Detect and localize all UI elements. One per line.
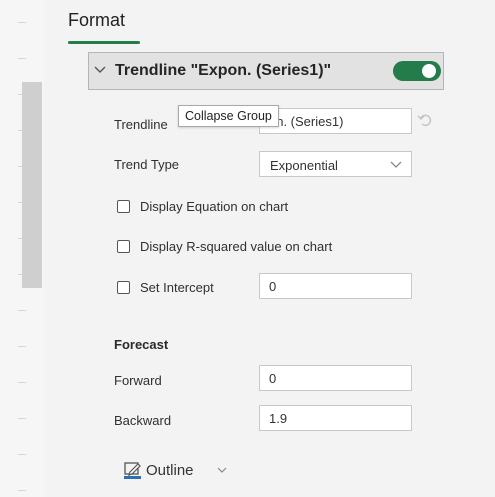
display-r-squared-checkbox[interactable] xyxy=(117,240,130,253)
trendline-name-label: Trendline xyxy=(114,117,168,132)
display-r-squared-label[interactable]: Display R-squared value on chart xyxy=(140,239,332,254)
backward-label: Backward xyxy=(114,413,172,428)
display-equation-label[interactable]: Display Equation on chart xyxy=(140,199,288,214)
trendline-group-header[interactable]: Trendline "Expon. (Series1)" xyxy=(88,52,444,90)
scrollbar-thumb[interactable] xyxy=(22,82,42,288)
pane-title: Format xyxy=(68,10,126,30)
group-title: Trendline "Expon. (Series1)" xyxy=(115,62,332,79)
outline-label[interactable]: Outline xyxy=(146,462,194,479)
forecast-heading: Forecast xyxy=(114,337,169,352)
collapse-group-tooltip: Collapse Group xyxy=(178,105,279,127)
format-pane: Format Trendline "Expon. (Series1)" Tren… xyxy=(46,0,495,497)
pane-title-underline xyxy=(68,41,140,44)
toggle-knob xyxy=(422,64,436,78)
set-intercept-checkbox[interactable] xyxy=(117,281,130,294)
left-rail xyxy=(0,0,44,497)
trend-type-value: Exponential xyxy=(270,158,338,173)
trend-type-label: Trend Type xyxy=(114,157,180,172)
chevron-down-icon[interactable] xyxy=(217,466,227,474)
trendline-toggle[interactable] xyxy=(393,61,441,81)
intercept-input[interactable]: 0 xyxy=(259,273,412,299)
trend-type-select[interactable]: Exponential xyxy=(259,151,412,177)
backward-input[interactable]: 1.9 xyxy=(259,405,412,431)
forward-label: Forward xyxy=(114,373,162,388)
chevron-down-icon[interactable] xyxy=(93,64,107,76)
chevron-down-icon xyxy=(390,161,402,168)
forward-input[interactable]: 0 xyxy=(259,365,412,391)
set-intercept-label[interactable]: Set Intercept xyxy=(140,280,214,295)
reset-icon[interactable] xyxy=(416,111,434,129)
pen-outline-icon[interactable] xyxy=(123,460,143,480)
display-equation-checkbox[interactable] xyxy=(117,200,130,213)
trendline-name-input[interactable]: on. (Series1) xyxy=(259,108,412,134)
